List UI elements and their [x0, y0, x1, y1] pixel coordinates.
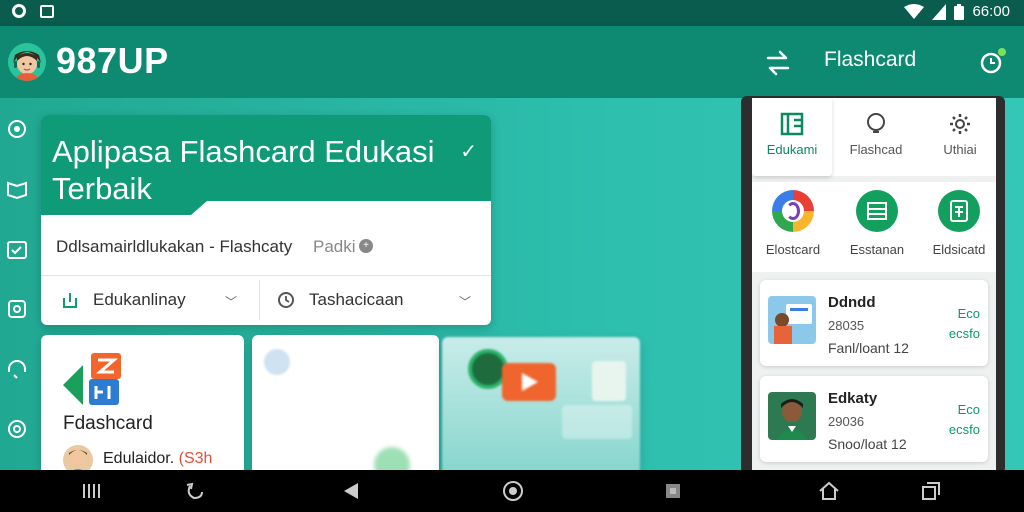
- document-icon: [938, 190, 980, 232]
- record-icon[interactable]: [6, 418, 28, 440]
- battery-icon: [954, 3, 965, 20]
- dropdown-label: Tashacicaan: [309, 290, 404, 309]
- shortcut-label: Eldsicatd: [932, 242, 986, 257]
- item-price-line2: ecsfo: [948, 422, 980, 437]
- tab-edukami[interactable]: Edukami: [752, 98, 832, 176]
- item-name: Edkaty: [828, 390, 878, 407]
- thumbnail: [768, 296, 816, 344]
- item-price-line1: Eco: [957, 402, 980, 417]
- tab-label: Uthiai: [943, 142, 977, 157]
- book-grid-icon: [780, 112, 804, 136]
- wifi-icon: [904, 3, 925, 19]
- item-price-line1: Eco: [957, 306, 980, 321]
- document-icon: [592, 361, 626, 401]
- shortcut-esstanan[interactable]: Esstanan: [836, 190, 918, 257]
- shortcut-eldsicatd[interactable]: Eldsicatd: [918, 190, 996, 257]
- shortcut-elostcard[interactable]: Elostcard: [752, 190, 834, 257]
- item-meta: Fanl/loant 12: [828, 340, 909, 356]
- shortcut-label: Elostcard: [765, 242, 821, 257]
- app-bar-title[interactable]: Flashcard: [824, 48, 916, 72]
- swap-icon[interactable]: [762, 48, 794, 76]
- navigation-bar: [0, 470, 1024, 512]
- item-meta: Snoo/loat 12: [828, 436, 907, 452]
- phone-screen: Edukami Flashcad Uthiai Elostcard Esstan…: [752, 98, 996, 470]
- chevron-down-icon: ﹀: [459, 295, 472, 309]
- phone-tab-bar: Edukami Flashcad Uthiai: [752, 98, 996, 176]
- avatar: [264, 349, 290, 375]
- hero-card: Aplipasa Flashcard Edukasi Terbaik ✓ Ddl…: [41, 115, 491, 325]
- export-icon: [63, 293, 77, 308]
- item-id: 28035: [828, 318, 865, 333]
- tab-flashcad[interactable]: Flashcad: [836, 98, 916, 176]
- table-icon: [856, 190, 898, 232]
- home-circle-icon[interactable]: [502, 480, 524, 502]
- video-card[interactable]: [442, 337, 640, 475]
- item-price-line2: ecsfo: [948, 326, 980, 341]
- dropdown-edukanlinay[interactable]: Edukanlinay ﹀: [61, 283, 251, 317]
- item-name: Ddndd: [828, 294, 876, 311]
- blurred-panel: [562, 405, 632, 439]
- card-user-name: Edulaidor.: [103, 450, 175, 467]
- list-item[interactable]: Ddndd 28035 Fanl/loant 12 Eco ecsfo: [760, 280, 988, 366]
- hero-subtitle: Ddlsamairldlukakan - Flashcaty: [56, 237, 293, 256]
- gear-icon: [950, 114, 970, 134]
- list-item[interactable]: Edkaty 29036 Snoo/loat 12 Eco ecsfo: [760, 376, 988, 462]
- dropdown-label: Edukanlinay: [93, 290, 186, 309]
- hero-subtitle-tag: Padki: [313, 237, 356, 256]
- app-bar: 987UP Flashcard: [0, 26, 1024, 98]
- target-icon[interactable]: [6, 118, 28, 140]
- calendar-icon[interactable]: [6, 238, 28, 260]
- dropdown-tashacicaan[interactable]: Tashacicaan ﹀: [277, 283, 477, 317]
- hero-title: Aplipasa Flashcard Edukasi Terbaik: [52, 134, 435, 206]
- tab-label: Flashcad: [849, 142, 903, 157]
- item-price: Eco ecsfo: [949, 400, 980, 440]
- box-notification-icon: [40, 4, 54, 18]
- card-user: Edulaidor. (S3h: [103, 450, 212, 468]
- item-id: 29036: [828, 414, 865, 429]
- bulb-icon: [867, 113, 885, 133]
- thumbnail: [768, 392, 816, 440]
- chevron-down-icon: ﹀: [225, 295, 238, 309]
- play-button[interactable]: [502, 363, 556, 401]
- phone-shortcuts: Elostcard Esstanan Eldsicatd: [752, 182, 996, 272]
- back-triangle-icon[interactable]: [340, 480, 362, 502]
- headset-icon[interactable]: [6, 358, 28, 380]
- back-curve-icon[interactable]: [184, 480, 206, 502]
- copy-icon[interactable]: [920, 480, 942, 502]
- check-icon: ✓: [460, 141, 477, 163]
- colorful-logo-icon: [772, 190, 814, 232]
- play-icon: [522, 373, 538, 391]
- card-user-number: (S3h: [178, 450, 213, 467]
- clock-icon: [278, 292, 294, 308]
- status-time: 66:00: [972, 3, 1010, 20]
- tab-uthiai[interactable]: Uthiai: [920, 98, 996, 176]
- logo-avatar: [8, 43, 46, 81]
- circle-notification-icon: [12, 4, 26, 18]
- brand-name: 987UP: [56, 40, 169, 81]
- shortcut-label: Esstanan: [849, 242, 905, 257]
- info-icon[interactable]: +: [359, 239, 373, 253]
- book-icon[interactable]: [6, 178, 28, 200]
- app-logo-icon: [63, 353, 121, 405]
- camera-icon[interactable]: [6, 298, 28, 320]
- recents-icon[interactable]: [80, 480, 102, 502]
- home-house-icon[interactable]: [818, 480, 840, 502]
- flashcard-app-card[interactable]: Fdashcard Edulaidor. (S3h: [41, 335, 244, 475]
- signal-icon: [932, 3, 947, 20]
- square-stop-icon[interactable]: [662, 480, 684, 502]
- card-title: Fdashcard: [63, 413, 153, 434]
- side-rail: [0, 98, 34, 470]
- divider: [41, 275, 491, 276]
- status-bar: 66:00: [0, 0, 1024, 26]
- clock-icon[interactable]: [978, 46, 1008, 76]
- blurred-card[interactable]: [252, 335, 439, 475]
- item-price: Eco ecsfo: [949, 304, 980, 344]
- tab-label: Edukami: [766, 142, 818, 157]
- divider: [259, 280, 260, 320]
